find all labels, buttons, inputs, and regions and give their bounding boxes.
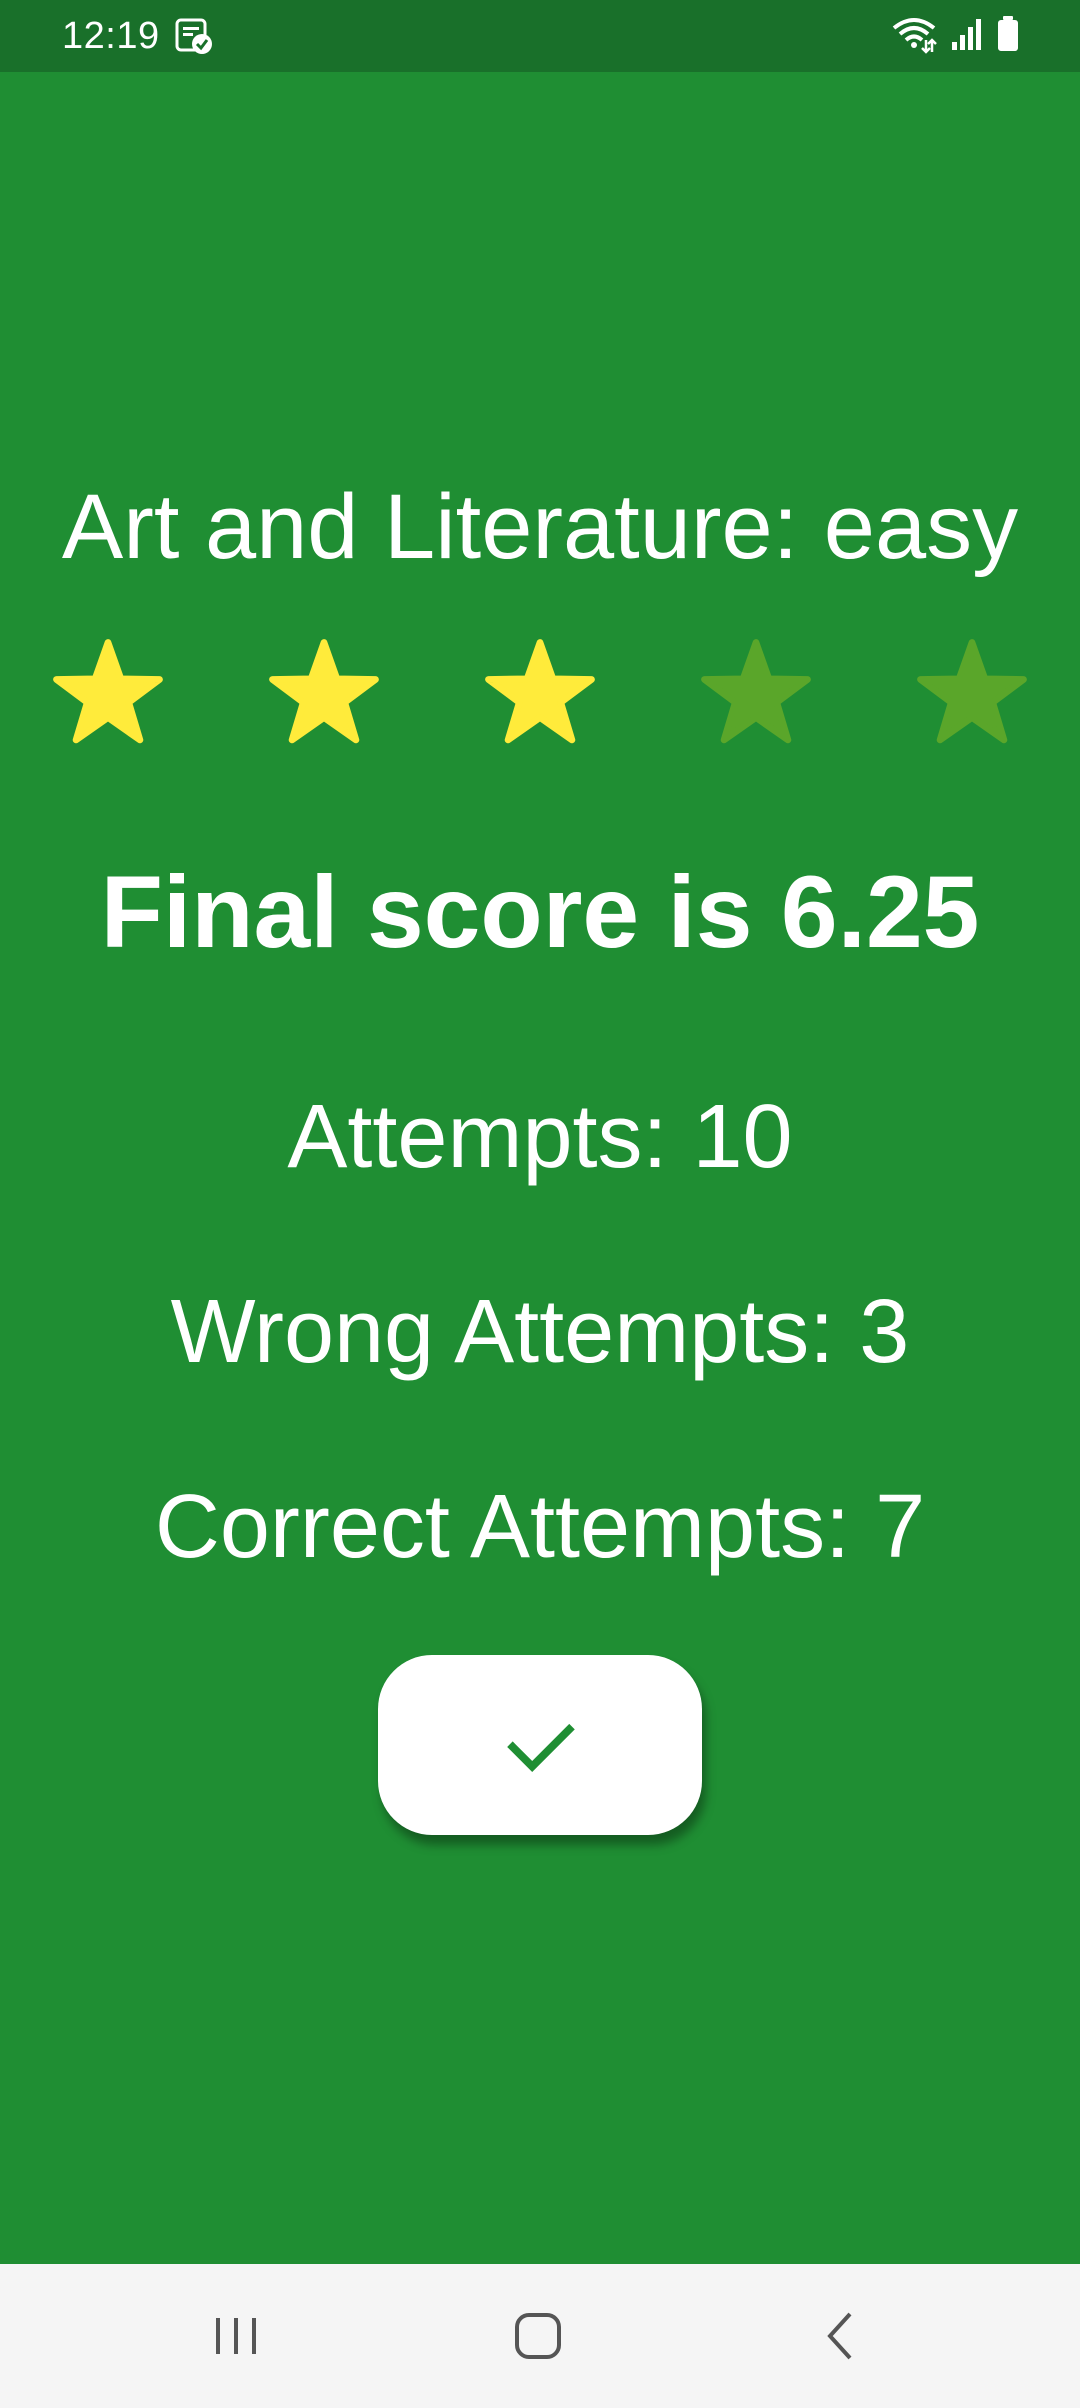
star-icon-1 (52, 638, 164, 750)
star-rating (0, 638, 1080, 778)
final-score: Final score is 6.25 (100, 855, 980, 969)
back-icon[interactable] (812, 2306, 872, 2366)
system-nav-bar (0, 2264, 1080, 2408)
confirm-button[interactable] (378, 1655, 702, 1835)
star-icon-2 (268, 638, 380, 750)
star-icon-4 (700, 638, 812, 750)
star-icon-3 (484, 638, 596, 750)
star-icon-5 (916, 638, 1028, 750)
attempts-count: Attempts: 10 (287, 1087, 793, 1187)
results-screen: Art and Literature: easy Final score is … (0, 72, 1080, 2264)
wrong-attempts-count: Wrong Attempts: 3 (170, 1282, 910, 1382)
recent-apps-icon[interactable] (206, 2306, 266, 2366)
correct-attempts-count: Correct Attempts: 7 (154, 1477, 926, 1577)
status-time: 12:19 (62, 15, 160, 57)
quiz-title: Art and Literature: easy (61, 476, 1019, 578)
cell-signal-icon (950, 16, 984, 57)
task-check-icon (174, 16, 214, 56)
check-icon (501, 1706, 579, 1784)
battery-icon (996, 15, 1020, 58)
status-bar: 12:19 (0, 0, 1080, 72)
home-icon[interactable] (508, 2306, 568, 2366)
wifi-data-icon (890, 14, 938, 59)
